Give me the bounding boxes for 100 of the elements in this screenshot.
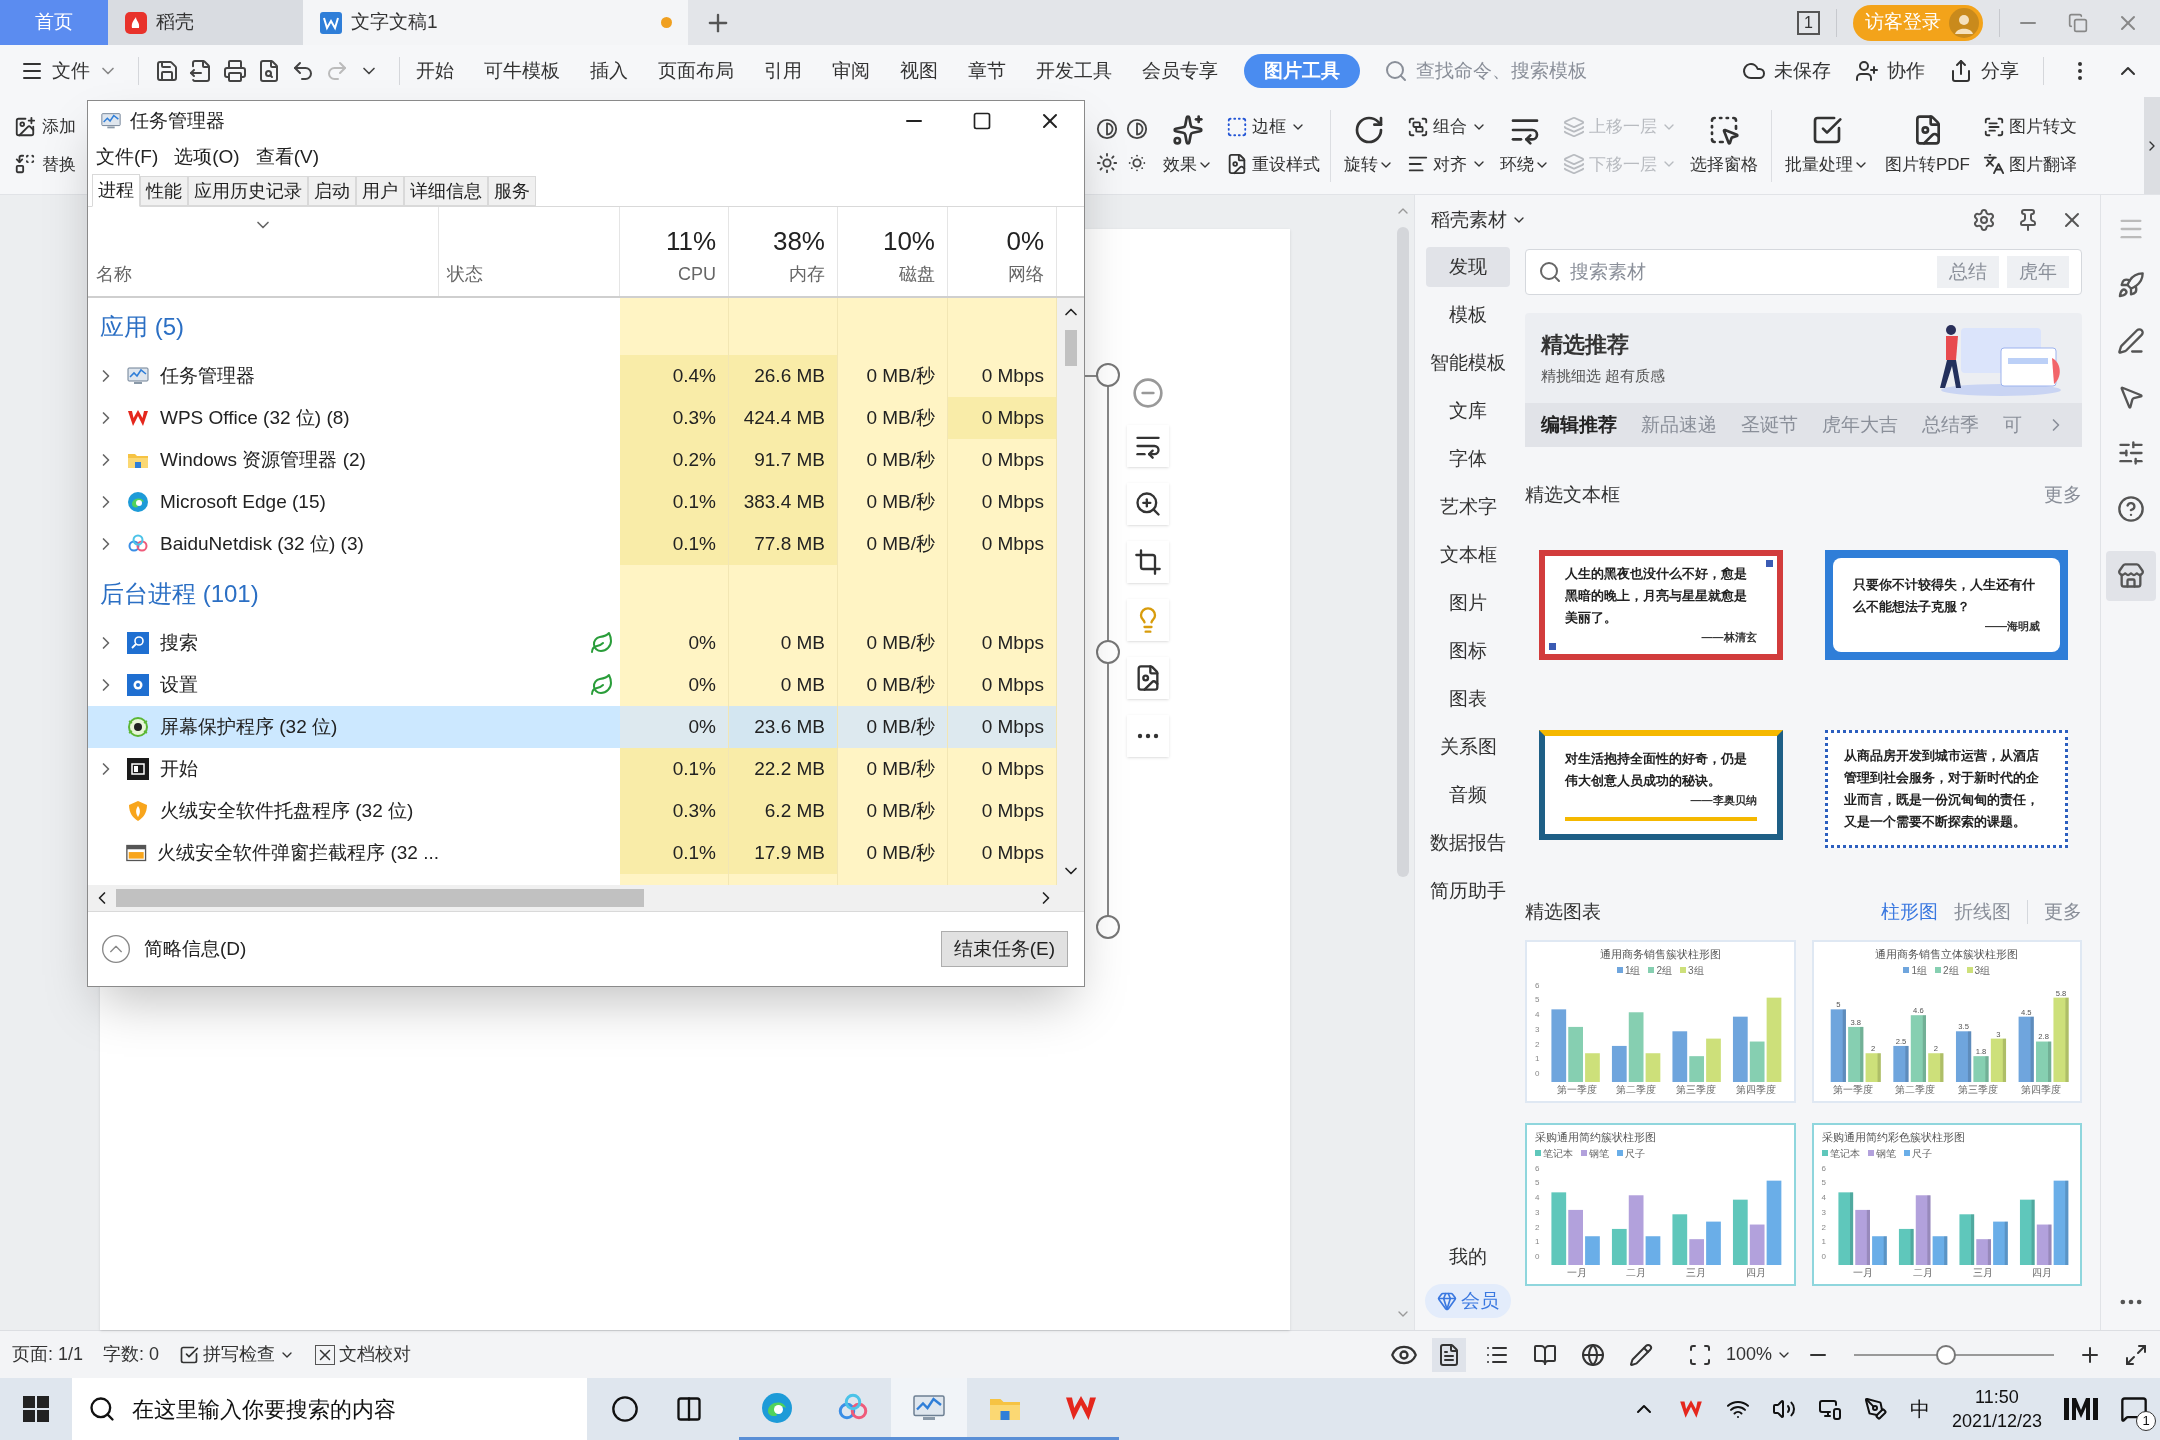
category-item[interactable]: 文库: [1426, 391, 1510, 431]
banner-tab[interactable]: 编辑推荐: [1541, 410, 1617, 440]
taskbar-search-field[interactable]: 在这里输入你要搜索的内容: [72, 1378, 587, 1440]
ribbon-button[interactable]: 图片翻译: [1983, 151, 2077, 177]
ribbon-button[interactable]: 组合: [1407, 114, 1487, 140]
process-row[interactable]: 搜索 0% 0 MB 0 MB/秒 0 Mbps: [88, 622, 1057, 664]
process-row[interactable]: Microsoft Edge (15) 0.1% 383.4 MB 0 MB/秒 0 Mbps: [88, 481, 1057, 523]
chart-template-card[interactable]: 通用商务销售立体簇状柱形图 1组 2组 3组 5 3.8 2 2.5 4.6 2 3.5 1.8 3 4.5 2.8 5.8 第一季度 第二季度 第三季度 第四季度: [1811, 940, 2082, 1103]
ribbon-button[interactable]: 替换: [14, 151, 76, 177]
category-item[interactable]: 智能模板: [1426, 343, 1510, 383]
ribbon-tab[interactable]: 开发工具: [1032, 54, 1116, 88]
ribbon-tab[interactable]: 引用: [760, 54, 806, 88]
axis-label: 二月: [1626, 1266, 1647, 1280]
ribbon-button[interactable]: 选择窗格: [1687, 113, 1761, 178]
ribbon-button[interactable]: 效果: [1160, 113, 1216, 178]
tab[interactable]: 应用历史记录: [188, 176, 308, 206]
category-item[interactable]: 模板: [1426, 295, 1510, 335]
process-row[interactable]: 任务管理器 0.4% 26.6 MB 0 MB/秒 0 Mbps: [88, 355, 1057, 397]
panel-title[interactable]: 稻壳素材: [1431, 205, 1507, 235]
process-row[interactable]: Windows 资源管理器 (2) 0.2% 91.7 MB 0 MB/秒 0 Mbps: [88, 439, 1057, 481]
category-item[interactable]: 音频: [1426, 775, 1510, 815]
column-header[interactable]: 状态: [447, 261, 611, 288]
axis-label: 第一季度: [1556, 1083, 1597, 1097]
process-row[interactable]: 开始 0.1% 22.2 MB 0 MB/秒 0 Mbps: [88, 748, 1057, 790]
ribbon-button[interactable]: 图片转文: [1983, 114, 2077, 140]
ribbon-button[interactable]: 环绕: [1497, 113, 1553, 178]
reading-mode-button[interactable]: 1: [1797, 10, 1820, 35]
chart-template-card[interactable]: 采购通用简约彩色簇状柱形图 笔记本 钢笔 尺子 6 5 4 3 2 1 0 一月 二月 三月 四月: [1811, 1123, 2082, 1286]
ribbon-button[interactable]: 旋转: [1341, 113, 1397, 178]
proofread-button[interactable]: 文档校对: [315, 1341, 412, 1368]
column-header[interactable]: 名称: [96, 261, 430, 288]
text-box-template[interactable]: 从商品房开发到城市运营，从酒店管理到社会服务，对于新时代的企业而言，既是一份沉甸甸的责任，又是一个需要不断探索的课题。: [1824, 729, 2068, 848]
process-row[interactable]: WPS Office (32 位) (8) 0.3% 424.4 MB 0 MB/秒 0 Mbps: [88, 397, 1057, 439]
category-item[interactable]: 简历助手: [1426, 871, 1510, 911]
document-tab[interactable]: 文字文稿1: [303, 0, 688, 45]
input-method-indicator[interactable]: 中: [1909, 1394, 1930, 1424]
ribbon-button[interactable]: 重设样式: [1226, 151, 1320, 177]
tab[interactable]: 性能: [140, 176, 188, 206]
fewer-details-button[interactable]: 简略信息(D): [100, 933, 247, 965]
toolbar-action[interactable]: 分享: [1949, 56, 2019, 86]
tab[interactable]: 详细信息: [404, 176, 488, 206]
column-header[interactable]: 0% 网络: [948, 207, 1057, 296]
legend-item: 钢笔: [1867, 1145, 1896, 1161]
ribbon-tab[interactable]: 视图: [896, 54, 942, 88]
category-item[interactable]: 字体: [1426, 439, 1510, 479]
vip-button[interactable]: 会员: [1425, 1283, 1511, 1318]
zoom-level-button[interactable]: 100%: [1725, 1341, 1792, 1368]
legend-item: 2组: [1648, 962, 1673, 978]
chart-template-card[interactable]: 通用商务销售簇状柱形图 1组 2组 3组 6 5 4 3 2 1 0 第一季度 第二季度 第三季度 第四季度: [1525, 940, 1796, 1103]
document-tab[interactable]: 稻壳: [108, 0, 303, 45]
column-header[interactable]: 38% 内存: [729, 207, 838, 296]
menu-item[interactable]: 选项(O): [174, 142, 240, 172]
process-row[interactable]: 设置 0% 0 MB 0 MB/秒 0 Mbps: [88, 664, 1057, 706]
toolbar-action[interactable]: 协作: [1855, 56, 1925, 86]
spell-check-button[interactable]: 拼写检查: [179, 1341, 296, 1368]
tab[interactable]: 启动: [308, 176, 356, 206]
column-header[interactable]: 10% 磁盘: [838, 207, 948, 296]
menu-item[interactable]: 查看(V): [255, 142, 320, 172]
ribbon-tab[interactable]: 审阅: [828, 54, 874, 88]
column-header[interactable]: 11% CPU: [620, 207, 729, 296]
category-item[interactable]: 文本框: [1426, 535, 1510, 575]
chart-filter[interactable]: 柱形图: [1881, 897, 1938, 926]
category-item[interactable]: 图表: [1426, 679, 1510, 719]
process-row[interactable]: 屏幕保护程序 (32 位) 0% 23.6 MB 0 MB/秒 0 Mbps: [88, 706, 1057, 748]
chart-title: 采购通用简约簇状柱形图: [1535, 1130, 1657, 1145]
ribbon-button[interactable]: 边框: [1226, 114, 1320, 140]
ribbon-tab[interactable]: 插入: [586, 54, 632, 88]
category-item[interactable]: 数据报告: [1426, 823, 1510, 863]
ribbon-button[interactable]: 图片转PDF: [1882, 113, 1973, 178]
text-box-template[interactable]: 人生的黑夜也没什么不好，愈是黑暗的晚上，月亮与星星就愈是美丽了。 ——林清玄: [1539, 549, 1783, 660]
text-box-template[interactable]: 对生活抱持全面性的好奇，仍是伟大创意人员成功的秘诀。 ——李奥贝纳: [1539, 729, 1783, 840]
ribbon-tab[interactable]: 可牛模板: [480, 54, 564, 88]
tab[interactable]: 进程: [92, 174, 140, 207]
ribbon-tab[interactable]: 章节: [964, 54, 1010, 88]
file-menu[interactable]: 文件: [0, 56, 130, 86]
menu-item[interactable]: 文件(F): [96, 142, 159, 172]
category-item[interactable]: 图片: [1426, 583, 1510, 623]
category-item[interactable]: 我的: [1449, 1243, 1487, 1272]
ribbon-tab[interactable]: 页面布局: [654, 54, 738, 88]
tab[interactable]: 服务: [488, 176, 536, 206]
category-item[interactable]: 艺术字: [1426, 487, 1510, 527]
ribbon-button[interactable]: 批量处理: [1782, 113, 1872, 178]
toolbar-action[interactable]: 未保存: [1742, 56, 1831, 86]
value-label: 1.8: [1975, 1046, 1986, 1056]
category-item[interactable]: 图标: [1426, 631, 1510, 671]
ribbon-button[interactable]: 对齐: [1407, 151, 1487, 177]
ribbon-tab[interactable]: 开始: [412, 54, 458, 88]
category-item[interactable]: 关系图: [1426, 727, 1510, 767]
process-row[interactable]: 火绒安全软件弹窗拦截程序 (32 ... 0.1% 17.9 MB 0 MB/秒 0 Mbps: [88, 832, 1057, 874]
table-cell: 0 Mbps: [948, 523, 1057, 565]
ribbon-button[interactable]: 添加: [14, 114, 76, 140]
tab[interactable]: 用户: [356, 176, 404, 206]
clock[interactable]: 11:50 2021/12/23: [1951, 1385, 2042, 1433]
ribbon-tab[interactable]: 会员专享: [1138, 54, 1222, 88]
chart-template-card[interactable]: 采购通用简约簇状柱形图 笔记本 钢笔 尺子 6 5 4 3 2 1 0 一月 二月 三月 四月: [1525, 1123, 1796, 1286]
category-item[interactable]: 发现: [1426, 247, 1510, 287]
end-task-button[interactable]: 结束任务(E): [940, 931, 1068, 967]
text-box-template[interactable]: 只要你不计较得失，人生还有什么不能想法子克服？ ——海明威: [1824, 549, 2068, 660]
process-row[interactable]: BaiduNetdisk (32 位) (3) 0.1% 77.8 MB 0 MB/秒 0 Mbps: [88, 523, 1057, 565]
process-row[interactable]: 火绒安全软件托盘程序 (32 位) 0.3% 6.2 MB 0 MB/秒 0 Mbps: [88, 790, 1057, 832]
